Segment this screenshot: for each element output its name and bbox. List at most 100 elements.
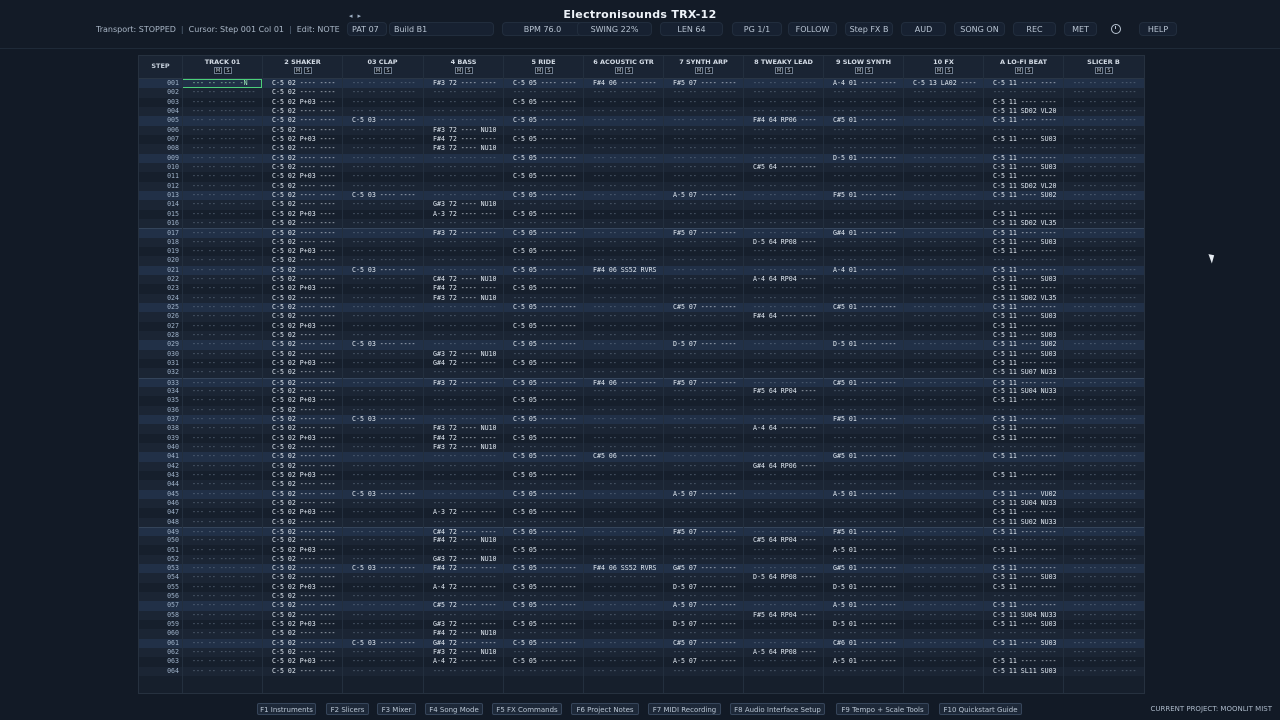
bpm-field[interactable]: BPM 76.0 [502,22,583,36]
pattern-cell[interactable]: --- -- ---- ---- [342,135,422,144]
pattern-cell[interactable]: --- -- ---- ---- [423,88,503,97]
pattern-cell[interactable]: C-5 05 ---- ---- [503,247,583,256]
pattern-cell[interactable]: --- -- ---- ---- [903,471,983,480]
pattern-cell[interactable]: --- -- ---- ---- [583,648,663,657]
pattern-cell[interactable]: --- -- ---- ---- [182,629,262,638]
pattern-cell[interactable]: --- -- ---- ---- [182,182,262,191]
pattern-cell[interactable]: --- -- ---- ---- [903,219,983,228]
pattern-cell[interactable]: --- -- ---- ---- [743,266,823,275]
track-name[interactable]: 7 SYNTH ARP [664,58,743,66]
pattern-cell[interactable]: --- -- ---- ---- [583,116,663,125]
pattern-cell[interactable]: --- -- ---- ---- [503,443,583,452]
pattern-cell[interactable]: --- -- ---- ---- [1063,163,1143,172]
pattern-cell[interactable]: C-5 11 ---- ---- [983,284,1063,293]
pattern-cell[interactable]: C-5 02 ---- ---- [262,88,342,97]
solo-button[interactable]: S [465,67,473,74]
pattern-cell[interactable]: C-5 02 ---- ---- [262,368,342,377]
pattern-cell[interactable]: --- -- ---- ---- [823,480,903,489]
pattern-cell[interactable]: --- -- ---- ---- [903,490,983,499]
pattern-cell[interactable]: --- -- ---- ---- [182,583,262,592]
pattern-cell[interactable]: C-5 11 SL11 SU03 [983,667,1063,676]
pattern-cell[interactable]: C-5 05 ---- ---- [503,620,583,629]
metronome-toggle[interactable]: MET [1064,22,1097,36]
pattern-cell[interactable]: C#5 07 ---- ---- [663,303,743,312]
pattern-cell[interactable]: --- -- ---- ---- [903,518,983,527]
pattern-cell[interactable]: --- -- ---- ---- [903,462,983,471]
pattern-cell[interactable]: --- -- ---- ---- [663,592,743,601]
pattern-cell[interactable]: --- -- ---- ---- [503,275,583,284]
pattern-cell[interactable]: --- -- ---- ---- [182,331,262,340]
pattern-cell[interactable]: G#5 01 ---- ---- [823,452,903,461]
pattern-cell[interactable]: --- -- ---- ---- [342,499,422,508]
pattern-cell[interactable]: C-5 03 ---- ---- [342,340,422,349]
step-fx-button[interactable]: Step FX B [845,22,893,36]
pattern-cell[interactable]: C-5 03 ---- ---- [342,490,422,499]
pattern-cell[interactable]: --- -- ---- ---- [342,182,422,191]
pattern-cell[interactable]: --- -- ---- ---- [182,256,262,265]
pattern-cell[interactable]: --- -- ---- ---- [663,322,743,331]
pattern-cell[interactable]: --- -- ---- ---- [182,406,262,415]
pattern-cell[interactable]: --- -- ---- ---- [342,331,422,340]
pattern-cell[interactable]: --- -- ---- ---- [182,592,262,601]
pattern-cell[interactable]: --- -- ---- ---- [983,480,1063,489]
pattern-cell[interactable]: --- -- ---- ---- [743,294,823,303]
pattern-cell[interactable]: --- -- ---- ---- [182,452,262,461]
mute-button[interactable]: M [855,67,863,74]
pattern-cell[interactable]: --- -- ---- ---- [423,396,503,405]
pattern-cell[interactable]: --- -- ---- ---- [903,340,983,349]
track-name[interactable]: 6 ACOUSTIC GTR [584,58,663,66]
pattern-cell[interactable]: --- -- ---- ---- [1063,154,1143,163]
pattern-cell[interactable]: --- -- ---- ---- [503,387,583,396]
pattern-cell[interactable]: --- -- ---- ---- [342,424,422,433]
pattern-cell[interactable]: --- -- ---- ---- [1063,601,1143,610]
pattern-cell[interactable]: F#3 72 ---- NU10 [423,424,503,433]
pattern-cell[interactable]: --- -- ---- ---- [663,434,743,443]
f10-quickstart-guide-button[interactable]: F10 Quickstart Guide [939,703,1022,715]
pattern-cell[interactable]: --- -- ---- ---- [583,238,663,247]
pattern-cell[interactable]: C-5 05 ---- ---- [503,172,583,181]
pattern-cell[interactable]: --- -- ---- ---- [823,592,903,601]
pattern-cell[interactable]: --- -- ---- ---- [583,350,663,359]
pattern-cell[interactable]: --- -- ---- ---- [823,434,903,443]
pattern-cell[interactable]: --- -- ---- ---- [743,359,823,368]
pattern-cell[interactable]: --- -- ---- ---- [823,107,903,116]
pattern-cell[interactable]: --- -- ---- ---- [1063,275,1143,284]
pattern-cell[interactable]: --- -- ---- ---- [423,452,503,461]
pattern-cell[interactable]: C-5 11 ---- ---- [983,583,1063,592]
pattern-cell[interactable]: --- -- ---- ---- [182,88,262,97]
pattern-cell[interactable]: C-5 11 ---- ---- [983,303,1063,312]
pattern-cell[interactable]: --- -- ---- ---- [1063,172,1143,181]
pattern-cell[interactable]: --- -- ---- ---- [823,163,903,172]
pattern-cell[interactable]: --- -- ---- ---- [1063,98,1143,107]
pattern-cell[interactable]: --- -- ---- ---- [1063,452,1143,461]
pattern-cell[interactable]: --- -- ---- ---- [342,396,422,405]
pattern-cell[interactable]: --- -- ---- ---- [182,210,262,219]
pattern-cell[interactable]: --- -- ---- ---- [1063,200,1143,209]
pattern-cell[interactable]: --- -- ---- ---- [743,247,823,256]
pattern-cell[interactable]: --- -- ---- ---- [823,508,903,517]
pattern-cell[interactable]: C-5 05 ---- ---- [503,471,583,480]
pattern-cell[interactable]: A-3 72 ---- ---- [423,210,503,219]
pattern-cell[interactable]: --- -- ---- ---- [983,648,1063,657]
pattern-cell[interactable]: --- -- ---- ---- [983,462,1063,471]
pattern-cell[interactable]: --- -- ---- ---- [823,359,903,368]
pattern-cell[interactable]: G#4 64 RP06 ---- [743,462,823,471]
pattern-cell[interactable]: G#4 72 ---- ---- [423,359,503,368]
pattern-cell[interactable]: --- -- ---- ---- [583,462,663,471]
pattern-cell[interactable]: A-3 72 ---- ---- [423,508,503,517]
pattern-cell[interactable]: --- -- ---- ---- [903,536,983,545]
pattern-cell[interactable]: C-5 02 ---- ---- [262,443,342,452]
pattern-cell[interactable]: --- -- ---- ---- [182,247,262,256]
pattern-cell[interactable]: --- -- ---- ---- [663,350,743,359]
pattern-cell[interactable]: C-5 11 ---- ---- [983,415,1063,424]
pattern-cell[interactable]: --- -- ---- ---- [182,536,262,545]
pattern-cell[interactable]: --- -- ---- ---- [1063,406,1143,415]
pattern-cell[interactable]: --- -- ---- ---- [342,434,422,443]
pattern-cell[interactable]: C#5 72 ---- ---- [423,601,503,610]
pattern-cell[interactable]: C-5 05 ---- ---- [503,154,583,163]
pattern-cell[interactable]: --- -- ---- ---- [503,88,583,97]
audio-button[interactable]: AUD [901,22,946,36]
pattern-cell[interactable]: A-4 01 ---- ---- [823,266,903,275]
pattern-cell[interactable]: --- -- ---- ---- [182,667,262,676]
pattern-cell[interactable]: --- -- ---- ---- [743,518,823,527]
